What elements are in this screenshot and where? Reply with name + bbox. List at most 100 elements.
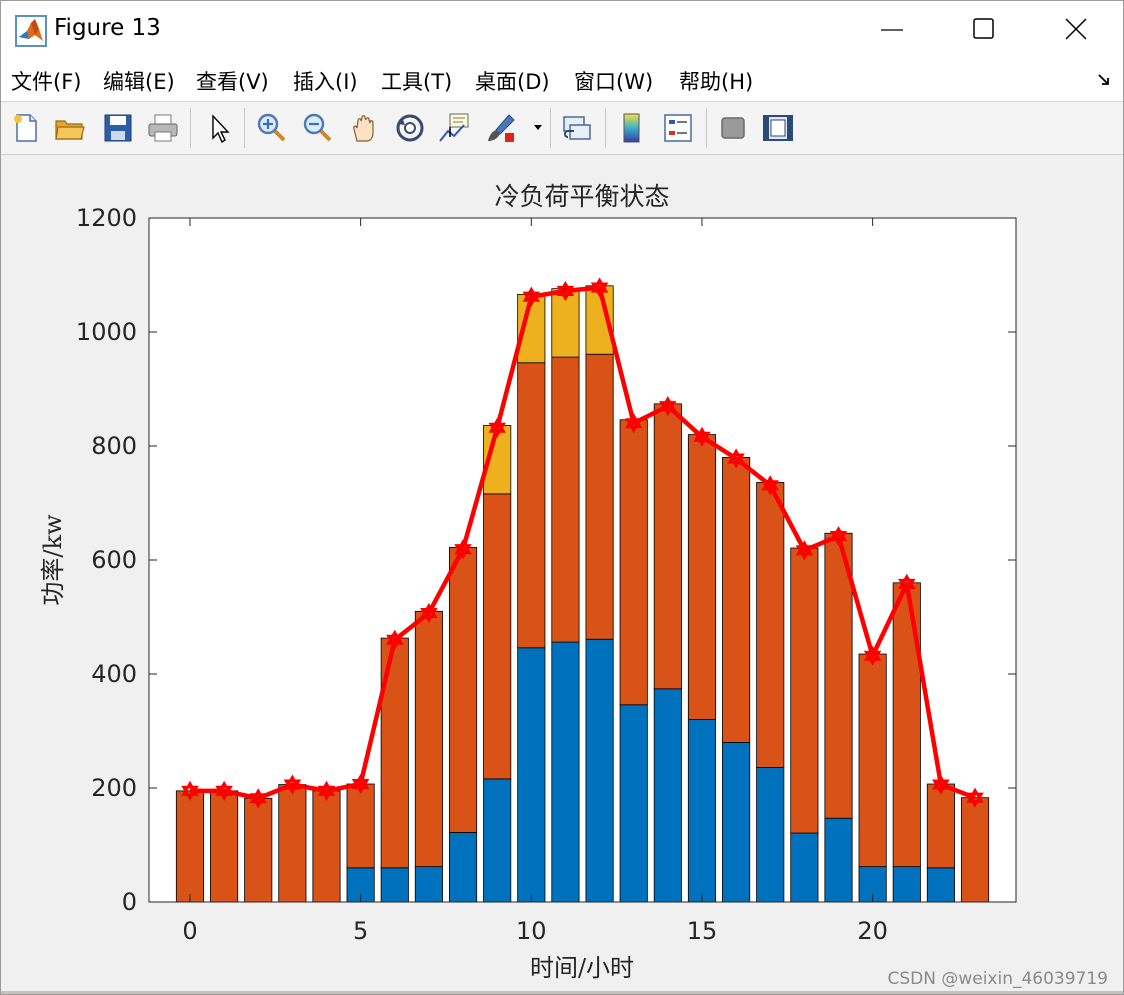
bar-segment-0	[380, 867, 409, 903]
close-icon	[1065, 18, 1087, 40]
bar-segment-1	[210, 790, 239, 903]
bar-segment-1	[244, 797, 273, 903]
stacked-bar-chart: 0 200 400 600 800 1000 1200 0 5 10 15 20 冷负荷平衡状态 时间…	[39, 182, 1108, 989]
toolbar-separator	[605, 108, 606, 148]
y-tick-label: 600	[91, 546, 137, 574]
data-cursor-icon[interactable]	[438, 111, 472, 145]
bar-segment-0	[790, 832, 819, 903]
menu-window[interactable]: 窗口(W)	[574, 66, 653, 96]
y-tick-label: 400	[91, 660, 137, 688]
bar-segment-0	[483, 778, 512, 903]
new-figure-icon[interactable]	[9, 111, 43, 145]
window-title: Figure 13	[54, 15, 161, 41]
minimize-button[interactable]	[847, 1, 939, 59]
menu-help[interactable]: 帮助(H)	[679, 66, 753, 96]
bar-segment-1	[653, 403, 682, 690]
y-tick-label: 0	[122, 888, 137, 916]
bar-segment-1	[175, 790, 205, 903]
bar-segment-1	[619, 419, 648, 706]
menu-bar: 文件(F) 编辑(E) 查看(V) 插入(I) 工具(T) 桌面(D) 窗口(W…	[1, 59, 1123, 101]
bar-segment-0	[687, 719, 717, 903]
x-tick-label: 5	[353, 917, 368, 945]
bottom-strip	[1, 991, 1123, 994]
bar-segment-1	[926, 783, 955, 869]
bar-segment-0	[756, 767, 785, 903]
y-tick-label: 1000	[76, 318, 137, 346]
bar-segment-0	[892, 866, 921, 903]
figure-canvas: 0 200 400 600 800 1000 1200 0 5 10 15 20 冷负荷平衡状态 时间…	[1, 154, 1123, 994]
x-axis-label: 时间/小时	[530, 954, 634, 982]
bar-segment-0	[551, 641, 580, 903]
y-tick-label: 200	[91, 774, 137, 802]
menu-insert[interactable]: 插入(I)	[293, 66, 358, 96]
x-tick-label: 15	[687, 917, 718, 945]
bar-segment-0	[517, 647, 546, 903]
bar-segment-1	[414, 610, 443, 868]
bar-segment-1	[278, 784, 307, 903]
hide-plot-tools-icon[interactable]	[716, 111, 750, 145]
rotate-3d-icon[interactable]	[393, 111, 427, 145]
zoom-in-icon[interactable]	[254, 111, 288, 145]
bar-segment-0	[824, 817, 853, 903]
bar-segment-1	[722, 456, 751, 743]
bar-segment-1	[960, 797, 990, 903]
bar-segment-1	[585, 353, 614, 640]
figure-window: Figure 13 文件(F) 编辑(E) 查看(V) 插入(I) 工具(T) …	[0, 0, 1124, 995]
watermark: CSDN @weixin_46039719	[887, 969, 1108, 989]
dock-figure-icon[interactable]	[1097, 73, 1111, 87]
print-icon[interactable]	[146, 111, 180, 145]
legend-icon[interactable]	[661, 111, 695, 145]
chart-title: 冷负荷平衡状态	[494, 182, 669, 211]
bar-segment-1	[448, 547, 478, 833]
maximize-button[interactable]	[939, 1, 1031, 59]
x-tick-label: 0	[182, 917, 197, 945]
toolbar-separator	[244, 108, 245, 148]
close-button[interactable]	[1031, 1, 1123, 59]
brush-icon[interactable]	[485, 111, 519, 145]
pointer-icon[interactable]	[203, 111, 237, 145]
bar-segment-1	[858, 653, 887, 868]
y-tick-label: 800	[91, 432, 137, 460]
bar-segment-1	[551, 356, 580, 643]
bar-segment-0	[448, 832, 478, 903]
figure-toolbar	[1, 101, 1123, 155]
menu-edit[interactable]: 编辑(E)	[103, 66, 175, 96]
bar-segment-0	[653, 688, 682, 903]
bar-segment-1	[892, 582, 921, 868]
menu-tools[interactable]: 工具(T)	[381, 66, 452, 96]
save-icon[interactable]	[101, 111, 135, 145]
bar-segment-0	[926, 867, 955, 903]
colorbar-icon[interactable]	[615, 111, 649, 145]
menu-desktop[interactable]: 桌面(D)	[475, 66, 550, 96]
y-tick-label: 1200	[76, 204, 137, 232]
bar-segment-0	[414, 866, 443, 903]
toolbar-separator	[190, 108, 191, 148]
bar-segment-0	[619, 704, 648, 903]
title-bar: Figure 13	[1, 1, 1123, 59]
maximize-icon	[973, 18, 994, 39]
bar-segment-1	[687, 434, 717, 721]
pan-icon[interactable]	[347, 111, 381, 145]
bar-segment-1	[790, 547, 819, 834]
menu-file[interactable]: 文件(F)	[11, 66, 81, 96]
bar-segment-1	[346, 783, 375, 869]
menu-view[interactable]: 查看(V)	[196, 66, 269, 96]
bar-segment-0	[585, 638, 614, 903]
bar-segment-0	[722, 742, 751, 903]
bar-segment-1	[756, 482, 785, 768]
y-axis-label: 功率/kw	[39, 514, 67, 606]
toolbar-separator	[550, 108, 551, 148]
x-tick-label: 10	[516, 917, 547, 945]
bar-segment-1	[312, 790, 341, 903]
link-plot-icon[interactable]	[560, 111, 594, 145]
show-plot-tools-icon[interactable]	[761, 111, 795, 145]
bar-segment-1	[483, 493, 512, 780]
toolbar-separator	[706, 108, 707, 148]
x-tick-label: 20	[857, 917, 888, 945]
zoom-out-icon[interactable]	[300, 111, 334, 145]
brush-dropdown-icon[interactable]	[533, 124, 543, 132]
bar-segment-1	[517, 362, 546, 649]
minimize-icon	[881, 29, 903, 31]
matlab-logo-icon	[15, 15, 47, 47]
open-file-icon[interactable]	[53, 111, 87, 145]
